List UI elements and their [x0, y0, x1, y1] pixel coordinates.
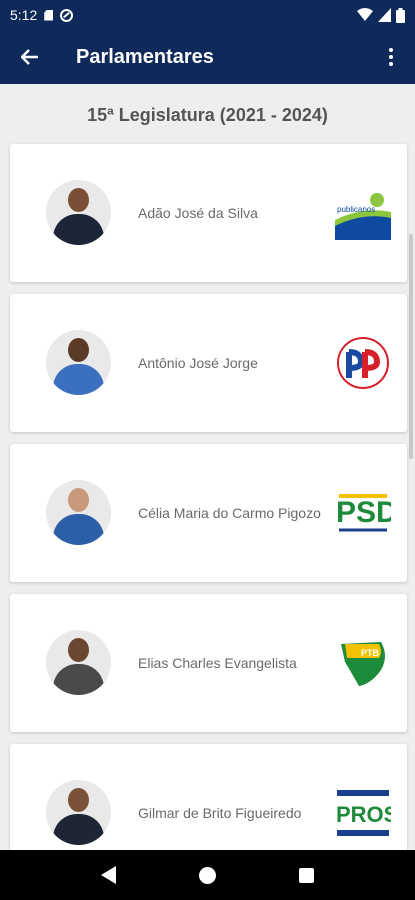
- parliamentarian-name: Antônio José Jorge: [138, 355, 258, 371]
- parliamentarian-card[interactable]: Gilmar de Brito Figueiredo PROS: [10, 744, 407, 850]
- back-button[interactable]: [0, 30, 60, 84]
- avatar: [46, 480, 111, 545]
- partido-progressista-logo-icon: [337, 337, 389, 389]
- psd-logo-icon: PSD: [335, 486, 391, 540]
- ptb-logo-icon: PTB: [335, 636, 391, 690]
- parliamentarian-card[interactable]: Elias Charles Evangelista PTB: [10, 594, 407, 732]
- status-bar: 5:12: [0, 0, 415, 30]
- parliamentarian-card[interactable]: Adão José da Silva publicanos: [10, 144, 407, 282]
- avatar: [46, 780, 111, 845]
- sd-card-icon: [44, 9, 54, 21]
- parliamentarian-name: Elias Charles Evangelista: [138, 655, 297, 671]
- parliamentarian-name: Gilmar de Brito Figueiredo: [138, 805, 302, 821]
- battery-icon: [396, 7, 405, 23]
- cellular-signal-icon: [378, 8, 391, 22]
- parliamentarian-card[interactable]: Célia Maria do Carmo Pigozo PSD: [10, 444, 407, 582]
- nav-recents-icon[interactable]: [298, 867, 314, 883]
- svg-text:PTB: PTB: [361, 648, 380, 658]
- avatar: [46, 330, 111, 395]
- page-title: Parlamentares: [76, 45, 214, 68]
- avatar: [46, 180, 111, 245]
- system-navigation-bar: [0, 850, 415, 900]
- status-time: 5:12: [10, 7, 38, 23]
- nav-home-icon[interactable]: [198, 866, 216, 884]
- parliamentarian-name: Adão José da Silva: [138, 205, 258, 221]
- more-vert-icon: [389, 48, 393, 52]
- legislature-heading: 15ª Legislatura (2021 - 2024): [87, 105, 328, 125]
- main-content[interactable]: 15ª Legislatura (2021 - 2024) Adão José …: [0, 84, 415, 850]
- parliamentarian-card[interactable]: Antônio José Jorge: [10, 294, 407, 432]
- svg-text:PSD: PSD: [336, 496, 391, 529]
- avatar: [46, 630, 111, 695]
- parliamentarian-name: Célia Maria do Carmo Pigozo: [138, 505, 321, 521]
- svg-text:PROS: PROS: [336, 802, 391, 827]
- nav-back-icon[interactable]: [101, 866, 117, 884]
- arrow-back-icon: [21, 49, 38, 65]
- do-not-disturb-icon: [60, 8, 74, 22]
- pros-logo-icon: PROS: [335, 786, 391, 840]
- scrollbar[interactable]: [409, 234, 413, 459]
- parliamentarian-list: Adão José da Silva publicanos Antônio Jo…: [10, 144, 407, 850]
- wifi-icon: [357, 8, 373, 21]
- republicanos-logo-icon: publicanos: [335, 186, 391, 240]
- overflow-menu-button[interactable]: [367, 30, 415, 84]
- svg-text:publicanos: publicanos: [337, 205, 375, 214]
- app-bar: Parlamentares: [0, 30, 415, 84]
